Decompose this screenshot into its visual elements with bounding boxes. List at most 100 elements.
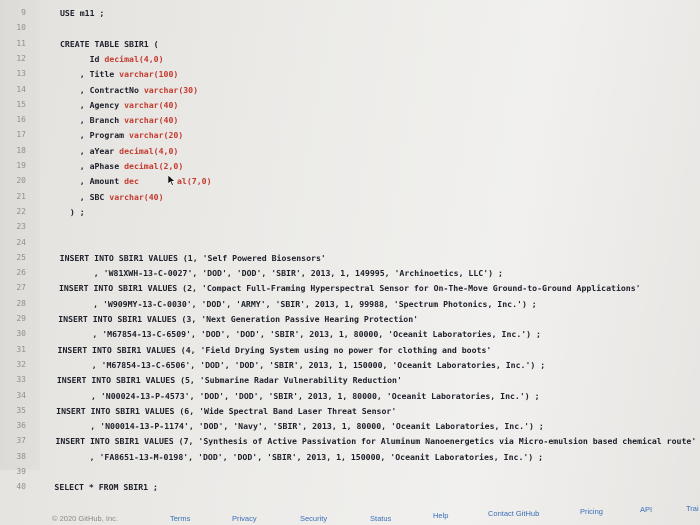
code-line[interactable]: 24 [0,236,700,250]
line-number: 25 [16,252,26,262]
code-line[interactable]: 15 , Agency varchar(40) [0,98,700,112]
footer-link-pricing[interactable]: Pricing [580,507,603,516]
footer-link-security[interactable]: Security [300,514,327,523]
code-line[interactable]: 36 , 'N00014-13-P-1174', 'DOD', 'Navy', … [0,419,700,433]
mouse-pointer-icon [168,175,176,187]
code-line[interactable]: 9 USE m11 ; [0,6,700,20]
code-text: INSERT INTO SBIR1 VALUES (3, 'Next Gener… [58,314,419,324]
code-line[interactable]: 23 [0,220,700,234]
line-number: 27 [16,283,26,293]
code-line[interactable]: 37 INSERT INTO SBIR1 VALUES (7, 'Synthesi… [0,434,700,448]
line-number: 31 [16,344,26,354]
code-line[interactable]: 33 INSERT INTO SBIR1 VALUES (5, 'Submarin… [0,373,700,387]
line-number: 35 [16,405,26,415]
code-line[interactable]: 20 , Amount dec al(7,0) [0,174,700,188]
code-text: USE m11 ; [60,8,105,18]
line-number: 37 [16,436,26,446]
code-text: , Agency varchar(40) [60,99,179,110]
code-line[interactable]: 25 INSERT INTO SBIR1 VALUES (1, 'Self Pow… [0,251,700,265]
code-text: , 'N00024-13-P-4573', 'DOD', 'DOD', 'SBI… [56,390,540,401]
code-text: CREATE TABLE SBIR1 ( [60,38,159,49]
code-text-tail: al(7,0) [177,176,212,187]
code-text: INSERT INTO SBIR1 VALUES (4, 'Field Dryi… [57,344,492,355]
code-line[interactable]: 30 , 'M67854-13-C-6509', 'DOD', 'DOD', '… [0,327,700,341]
code-line[interactable]: 28 , 'W909MY-13-C-0030', 'DOD', 'ARMY', … [0,297,700,311]
line-number: 10 [16,23,26,33]
line-number: 23 [16,222,26,232]
code-text: , Program varchar(20) [60,130,184,141]
line-number: 17 [16,130,26,140]
code-line[interactable]: 32 , 'M67854-13-C-6506', 'DOD', 'DOD', '… [0,358,700,372]
code-line[interactable]: 13 , Title varchar(100) [0,67,700,81]
line-number: 19 [16,161,26,170]
code-text: , Amount dec [60,176,139,187]
footer-link-contact[interactable]: Contact GitHub [488,509,539,518]
github-footer: © 2020 GitHub, Inc. Terms Privacy Securi… [0,500,700,525]
code-line[interactable]: 26 , 'W81XWH-13-C-0027', 'DOD', 'DOD', '… [0,266,700,280]
code-line[interactable]: 11 CREATE TABLE SBIR1 ( [0,37,700,51]
code-line[interactable]: 38 , 'FA8651-13-M-0198', 'DOD', 'DOD', '… [0,450,700,464]
code-text: , 'FA8651-13-M-0198', 'DOD', 'DOD', 'SBI… [55,451,544,462]
code-line[interactable]: 35 INSERT INTO SBIR1 VALUES (6, 'Wide Spe… [0,404,700,418]
code-line[interactable]: 31 INSERT INTO SBIR1 VALUES (4, 'Field Dr… [0,343,700,357]
code-line[interactable]: 40 SELECT * FROM SBIR1 ; [0,480,700,494]
footer-copyright: © 2020 GitHub, Inc. [52,514,118,523]
footer-link-api[interactable]: API [640,505,652,514]
code-text: , SBC varchar(40) [60,191,164,202]
line-number: 13 [16,69,26,79]
footer-link-training[interactable]: Trai [686,504,699,513]
code-text: , 'M67854-13-C-6509', 'DOD', 'DOD', 'SBI… [57,329,541,340]
line-number: 26 [16,268,26,278]
code-text: , 'W909MY-13-C-0030', 'DOD', 'ARMY', 'SB… [58,298,537,309]
line-number: 16 [16,115,26,125]
code-line[interactable]: 14 , ContractNo varchar(30) [0,83,700,97]
line-number: 14 [16,84,26,94]
code-text: , ContractNo varchar(30) [60,84,199,95]
footer-link-status[interactable]: Status [370,514,391,523]
code-text: INSERT INTO SBIR1 VALUES (7, 'Synthesis … [55,436,697,447]
code-line[interactable]: 19 , aPhase decimal(2,0) [0,159,700,173]
line-number: 15 [16,99,26,109]
code-line[interactable]: 21 , SBC varchar(40) [0,190,700,204]
line-number: 20 [16,176,26,186]
line-number: 33 [16,375,26,385]
code-line[interactable]: 39 [0,465,700,479]
code-line[interactable]: 27 INSERT INTO SBIR1 VALUES (2, 'Compact … [0,281,700,295]
code-line[interactable]: 22 ) ; [0,205,700,219]
photographed-screen: 9 USE m11 ; 10 11 CREATE TABLE SBIR1 ( 12 Id … [0,0,700,525]
code-line[interactable]: 29 INSERT INTO SBIR1 VALUES (3, 'Next Gen… [0,312,700,326]
line-number: 30 [16,329,26,339]
line-number: 11 [16,38,26,48]
code-text: Id decimal(4,0) [60,53,164,64]
code-line[interactable]: 34 , 'N00024-13-P-4573', 'DOD', 'DOD', '… [0,389,700,403]
line-number: 21 [16,191,26,201]
footer-link-help[interactable]: Help [433,511,448,520]
footer-link-terms[interactable]: Terms [170,514,190,523]
line-number: 36 [16,421,26,431]
code-text: INSERT INTO SBIR1 VALUES (2, 'Compact Fu… [58,283,641,294]
code-text: , 'N00014-13-P-1174', 'DOD', 'Navy', 'SB… [55,421,544,432]
code-text: SELECT * FROM SBIR1 ; [54,482,158,493]
line-number: 32 [16,359,26,369]
footer-link-privacy[interactable]: Privacy [232,514,257,523]
code-line[interactable]: 10 [0,21,700,35]
code-text: , 'M67854-13-C-6506', 'DOD', 'DOD', 'SBI… [57,359,546,370]
line-number: 38 [16,451,26,461]
line-number: 24 [16,237,26,247]
line-number: 28 [16,298,26,308]
code-line[interactable]: 12 Id decimal(4,0) [0,52,700,66]
code-text: , Title varchar(100) [60,69,179,80]
line-number: 9 [21,8,26,17]
code-line[interactable]: 17 , Program varchar(20) [0,128,700,142]
code-text: INSERT INTO SBIR1 VALUES (5, 'Submarine … [56,375,402,386]
code-line[interactable]: 16 , Branch varchar(40) [0,113,700,127]
code-text: ) ; [60,206,85,217]
line-number: 39 [16,467,26,476]
line-number: 34 [16,390,26,400]
code-text: , aYear decimal(4,0) [60,145,179,156]
code-text: INSERT INTO SBIR1 VALUES (1, 'Self Power… [59,252,326,263]
code-line[interactable]: 18 , aYear decimal(4,0) [0,144,700,158]
code-text: , 'W81XWH-13-C-0027', 'DOD', 'DOD', 'SBI… [59,268,503,279]
line-number: 18 [16,145,26,155]
line-number: 40 [16,482,26,492]
